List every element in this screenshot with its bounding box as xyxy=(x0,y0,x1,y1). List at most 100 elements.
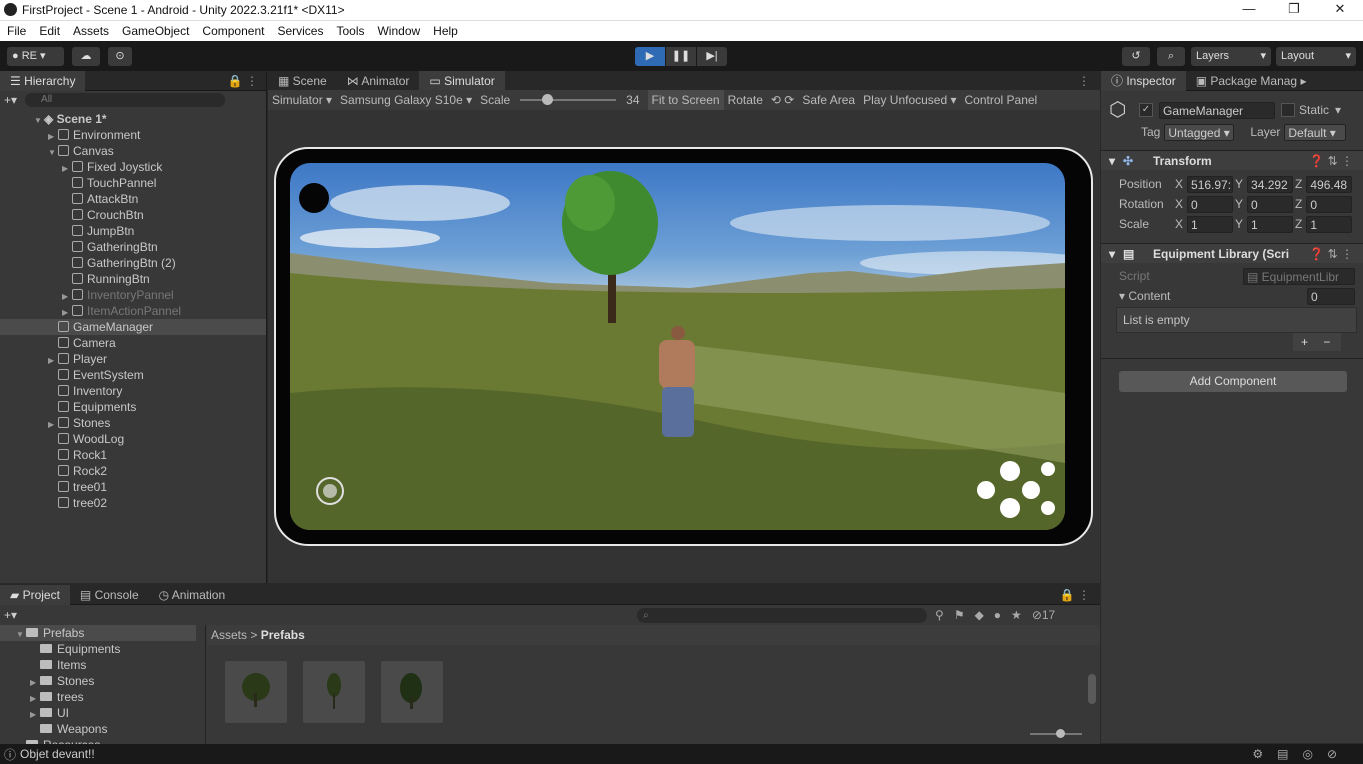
tab-package-manager[interactable]: ▣ Package Manag ▸ xyxy=(1186,71,1317,91)
hierarchy-item[interactable]: ▶ InventoryPannel xyxy=(0,287,266,303)
fit-to-screen-button[interactable]: Fit to Screen xyxy=(647,90,724,110)
folder-item[interactable]: ▶Resources xyxy=(0,737,196,744)
content-row[interactable]: ▾ Content 0 xyxy=(1101,286,1363,306)
hierarchy-item[interactable]: Camera xyxy=(0,335,266,351)
breadcrumb-prefabs[interactable]: Prefabs xyxy=(261,628,305,642)
play-focus-dropdown[interactable]: Play Unfocused ▾ xyxy=(859,90,960,110)
hierarchy-item[interactable]: JumpBtn xyxy=(0,223,266,239)
settings-icon[interactable]: ❓ ⇅ ⋮ xyxy=(1309,244,1353,264)
hierarchy-item[interactable]: ▶ Player xyxy=(0,351,266,367)
control-panel-button[interactable]: Control Panel xyxy=(961,90,1042,110)
simulator-mode-dropdown[interactable]: Simulator ▾ xyxy=(268,90,336,110)
scrollbar[interactable] xyxy=(1088,648,1098,722)
search-icon[interactable]: ⌕ xyxy=(1157,47,1185,66)
add-element-button[interactable]: + xyxy=(1301,335,1308,349)
scale-z-field[interactable]: 1 xyxy=(1306,215,1353,233)
create-asset-icon[interactable]: +▾ xyxy=(4,608,17,622)
hierarchy-item[interactable]: tree02 xyxy=(0,495,266,511)
game-view[interactable] xyxy=(290,163,1065,530)
hierarchy-item[interactable]: ▶ Stones xyxy=(0,415,266,431)
folder-item[interactable]: ▼ Prefabs xyxy=(0,625,196,641)
rotation-z-field[interactable]: 0 xyxy=(1306,195,1353,213)
static-checkbox[interactable] xyxy=(1281,103,1295,117)
menu-services[interactable]: Services xyxy=(277,21,323,41)
transform-header[interactable]: ▾ ✣ Transform ❓ ⇅ ⋮ xyxy=(1101,150,1363,170)
folder-item[interactable]: Weapons xyxy=(0,721,196,737)
more-icon[interactable]: ⋮ xyxy=(1078,74,1090,88)
add-icon[interactable]: +▾ xyxy=(4,93,17,107)
menu-tools[interactable]: Tools xyxy=(336,21,364,41)
scale-slider[interactable] xyxy=(520,94,617,105)
hierarchy-item[interactable]: Equipments xyxy=(0,399,266,415)
hierarchy-item[interactable]: ▼ Canvas xyxy=(0,143,266,159)
content-size-field[interactable]: 0 xyxy=(1307,287,1355,305)
scene-row[interactable]: ▼ ◈ Scene 1* xyxy=(0,111,266,127)
add-component-button[interactable]: Add Component xyxy=(1119,371,1347,392)
folder-item[interactable]: Items xyxy=(0,657,196,673)
layout-dropdown[interactable]: Layout ▾ xyxy=(1276,47,1356,66)
tab-inspector[interactable]: ⓘ Inspector xyxy=(1101,70,1186,91)
folder-item[interactable]: ▶ trees xyxy=(0,689,196,705)
device-dropdown[interactable]: Samsung Galaxy S10e ▾ xyxy=(336,90,476,110)
layers-dropdown[interactable]: Layers ▾ xyxy=(1191,47,1271,66)
layer-dropdown[interactable]: Default ▾ xyxy=(1284,123,1347,141)
tag-dropdown[interactable]: Untagged ▾ xyxy=(1164,123,1235,141)
component-header[interactable]: ▾ ▤ Equipment Library (Scri ❓ ⇅ ⋮ xyxy=(1101,243,1363,263)
pause-button[interactable]: ❚❚ xyxy=(666,47,696,66)
position-y-field[interactable]: 34.292 xyxy=(1247,175,1294,193)
hierarchy-item[interactable]: Rock2 xyxy=(0,463,266,479)
thumbnail-size-slider[interactable] xyxy=(1030,729,1082,738)
hierarchy-item[interactable]: WoodLog xyxy=(0,431,266,447)
position-x-field[interactable]: 516.97: xyxy=(1187,175,1234,193)
object-name-field[interactable]: GameManager xyxy=(1159,101,1275,119)
position-z-field[interactable]: 496.48 xyxy=(1306,175,1353,193)
history-icon[interactable]: ↺ xyxy=(1122,47,1150,66)
status-icons[interactable]: ⚙▤◎⊘ xyxy=(1252,747,1351,761)
tab-console[interactable]: ▤ Console xyxy=(70,585,149,605)
remove-element-button[interactable]: − xyxy=(1323,335,1330,349)
hierarchy-item[interactable]: RunningBtn xyxy=(0,271,266,287)
chevron-down-icon[interactable]: ▾ xyxy=(1335,100,1341,120)
menu-edit[interactable]: Edit xyxy=(39,21,60,41)
folder-item[interactable]: Equipments xyxy=(0,641,196,657)
hierarchy-item[interactable]: ▶ ItemActionPannel xyxy=(0,303,266,319)
breadcrumb-assets[interactable]: Assets xyxy=(211,628,247,642)
tab-hierarchy[interactable]: ☰ Hierarchy xyxy=(0,70,86,91)
tab-simulator[interactable]: ▭ Simulator xyxy=(419,70,505,91)
menu-assets[interactable]: Assets xyxy=(73,21,109,41)
hierarchy-item[interactable]: AttackBtn xyxy=(0,191,266,207)
tab-animation[interactable]: ◷ Animation xyxy=(149,585,236,605)
rotation-x-field[interactable]: 0 xyxy=(1187,195,1234,213)
project-search-input[interactable]: ⌕ xyxy=(637,607,928,623)
scale-slider-handle[interactable] xyxy=(542,94,554,105)
folder-item[interactable]: ▶ UI xyxy=(0,705,196,721)
cloud-icon[interactable]: ☁ xyxy=(72,47,100,66)
more-icon[interactable]: 🔒 ⋮ xyxy=(228,74,258,88)
rotate-icon[interactable]: ⟲ ⟳ xyxy=(767,90,798,110)
slider-handle[interactable] xyxy=(1056,729,1065,738)
menu-window[interactable]: Window xyxy=(377,21,420,41)
hierarchy-item[interactable]: EventSystem xyxy=(0,367,266,383)
status-message[interactable]: Objet devant!! xyxy=(20,747,95,761)
hierarchy-item[interactable]: CrouchBtn xyxy=(0,207,266,223)
filter-icons[interactable]: ⚲⚑◆●★ xyxy=(935,608,1032,622)
play-button[interactable]: ▶ xyxy=(635,47,665,66)
minimize-button[interactable]: — xyxy=(1226,0,1272,20)
hierarchy-item[interactable]: GatheringBtn (2) xyxy=(0,255,266,271)
hierarchy-search-input[interactable]: All xyxy=(25,93,226,107)
close-button[interactable]: ✕ xyxy=(1317,0,1363,20)
safe-area-toggle[interactable]: Safe Area xyxy=(798,90,859,110)
restore-button[interactable]: ❐ xyxy=(1271,0,1317,20)
hidden-count[interactable]: ⊘17 xyxy=(1032,608,1055,622)
hierarchy-item[interactable]: ▶ Fixed Joystick xyxy=(0,159,266,175)
collab-icon[interactable]: ⊙ xyxy=(108,47,132,66)
hierarchy-item[interactable]: GatheringBtn xyxy=(0,239,266,255)
prefab-thumbnail[interactable] xyxy=(225,661,287,723)
tab-scene[interactable]: ▦ Scene xyxy=(268,71,337,91)
prefab-thumbnail[interactable] xyxy=(303,661,365,723)
more-icon[interactable]: 🔒 ⋮ xyxy=(1060,588,1090,602)
hierarchy-item[interactable]: ▶ Environment xyxy=(0,127,266,143)
menu-gameobject[interactable]: GameObject xyxy=(122,21,189,41)
scale-x-field[interactable]: 1 xyxy=(1187,215,1234,233)
hierarchy-item[interactable]: Inventory xyxy=(0,383,266,399)
